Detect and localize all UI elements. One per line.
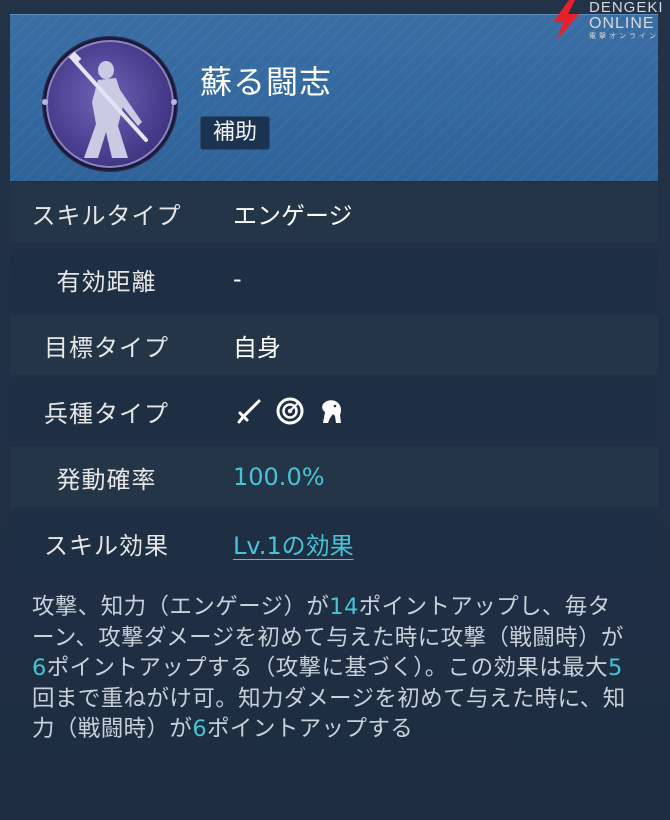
description-value: 6 — [192, 716, 208, 743]
description-value: 5 — [607, 655, 623, 682]
row-range: 有効距離 - — [10, 249, 658, 309]
row-label: 兵種タイプ — [44, 399, 169, 428]
skill-portrait — [42, 37, 177, 171]
row-label: スキルタイプ — [31, 201, 182, 230]
description-value: 14 — [329, 594, 359, 620]
logo-text-sub: 電撃オンライン — [589, 33, 659, 40]
row-target-type: 目標タイプ 自身 — [10, 315, 658, 375]
range-value: - — [233, 265, 242, 293]
sword-icon — [235, 396, 265, 426]
description-text: ポイントアップする — [207, 716, 414, 743]
row-label: 目標タイプ — [44, 333, 169, 362]
warrior-icon — [68, 51, 148, 158]
row-skill-type: スキルタイプ エンゲージ — [10, 183, 658, 243]
target-icon — [275, 396, 305, 426]
row-unit-type: 兵種タイプ — [10, 381, 658, 441]
skill-attributes: スキルタイプ エンゲージ 有効距離 - 目標タイプ 自身 兵種タイプ 発動確率 … — [10, 183, 658, 579]
row-label: 発動確率 — [56, 465, 157, 494]
lightning-icon — [553, 0, 579, 40]
dengeki-online-logo: DENGEKI ONLINE 電撃オンライン — [549, 0, 670, 40]
skill-category-badge: 補助 — [200, 116, 271, 150]
row-activation-rate: 発動確率 100.0% — [10, 447, 658, 507]
logo-text-main: ONLINE — [589, 15, 655, 32]
description-text: 攻撃、知力（エンゲージ）が — [32, 594, 330, 620]
activation-rate-value: 100.0% — [233, 463, 325, 491]
skill-title: 蘇る闘志 — [200, 63, 333, 101]
logo-text-top: DENGEKI — [589, 0, 664, 16]
row-label: スキル効果 — [44, 531, 169, 560]
unit-type-icons — [203, 396, 345, 426]
skill-description: 攻撃、知力（エンゲージ）が14ポイントアップし、毎ターン、攻撃ダメージを初めて与… — [32, 592, 632, 745]
skill-type-value: エンゲージ — [233, 201, 353, 230]
description-value: 6 — [32, 655, 47, 682]
target-type-value: 自身 — [233, 333, 281, 362]
description-text: ポイントアップする（攻撃に基づく）。この効果は最大 — [46, 655, 608, 682]
row-skill-effect: スキル効果 Lv.1の効果 — [10, 513, 658, 573]
skill-card: 蘇る闘志 補助 DENGEKI ONLINE 電撃オンライン スキルタイプ エン… — [0, 0, 670, 820]
row-label: 有効距離 — [56, 267, 157, 296]
horse-icon — [315, 396, 345, 426]
skill-effect-link[interactable]: Lv.1の効果 — [203, 526, 354, 561]
